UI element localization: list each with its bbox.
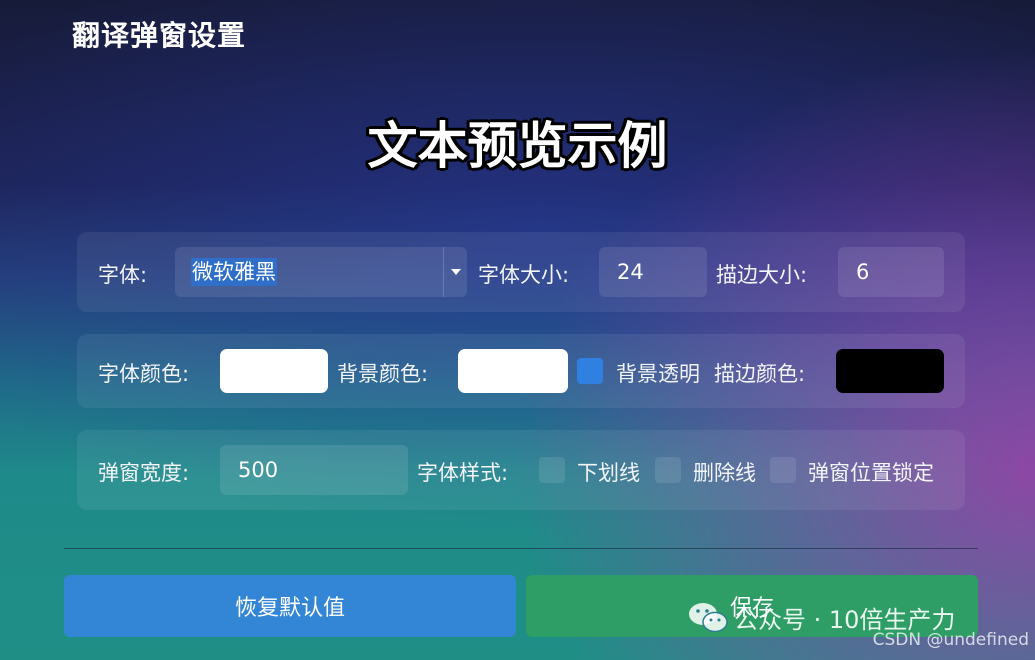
font-color-picker[interactable] <box>220 349 328 393</box>
underline-checkbox[interactable] <box>539 457 565 483</box>
font-label: 字体: <box>98 263 148 287</box>
window-title: 翻译弹窗设置 <box>72 19 247 52</box>
font-settings-panel: 字体: 微软雅黑 字体大小: 24 描边大小: 6 <box>77 232 965 312</box>
popup-settings-panel: 弹窗宽度: 500 字体样式: 下划线 删除线 弹窗位置锁定 <box>77 430 965 510</box>
bg-color-picker[interactable] <box>458 349 568 393</box>
position-lock-checkbox[interactable] <box>770 457 796 483</box>
popup-width-label: 弹窗宽度: <box>98 461 190 485</box>
bg-transparent-label: 背景透明 <box>616 362 700 386</box>
position-lock-label: 弹窗位置锁定 <box>808 461 934 485</box>
stroke-size-label: 描边大小: <box>716 263 808 287</box>
font-size-input[interactable]: 24 <box>599 247 707 297</box>
stroke-color-label: 描边颜色: <box>714 362 806 386</box>
reset-defaults-button[interactable]: 恢复默认值 <box>64 575 516 637</box>
font-color-label: 字体颜色: <box>98 362 190 386</box>
font-select-value: 微软雅黑 <box>191 258 277 286</box>
font-size-label: 字体大小: <box>478 263 570 287</box>
text-preview: 文本预览示例 <box>367 117 668 175</box>
wechat-icon <box>689 602 728 632</box>
strikethrough-label: 删除线 <box>693 461 756 485</box>
bg-transparent-checkbox[interactable] <box>577 358 603 384</box>
strikethrough-checkbox[interactable] <box>655 457 681 483</box>
divider <box>64 548 978 549</box>
font-select[interactable]: 微软雅黑 <box>175 247 467 297</box>
popup-width-input[interactable]: 500 <box>220 445 408 495</box>
font-style-label: 字体样式: <box>417 461 509 485</box>
stroke-size-input[interactable]: 6 <box>838 247 944 297</box>
chevron-down-icon[interactable] <box>443 247 467 297</box>
color-settings-panel: 字体颜色: 背景颜色: 背景透明 描边颜色: <box>77 334 965 408</box>
csdn-watermark: CSDN @undefined <box>872 630 1029 650</box>
stroke-color-picker[interactable] <box>836 349 944 393</box>
bg-color-label: 背景颜色: <box>337 362 429 386</box>
underline-label: 下划线 <box>577 461 640 485</box>
